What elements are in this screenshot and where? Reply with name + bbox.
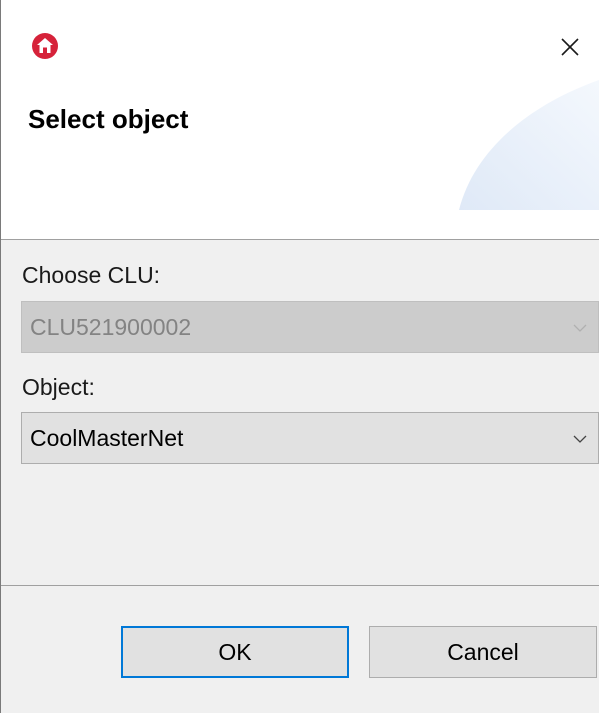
title-bar [1, 0, 599, 80]
header-spacer [1, 210, 599, 240]
object-label: Object: [22, 374, 95, 400]
clu-label: Choose CLU: [22, 262, 161, 288]
close-icon[interactable] [549, 28, 589, 68]
chevron-down-icon [573, 324, 587, 332]
footer-divider [1, 585, 599, 586]
cancel-button[interactable]: Cancel [369, 626, 597, 678]
header-divider [1, 239, 599, 240]
ok-button[interactable]: OK [121, 626, 349, 678]
object-select[interactable]: CoolMasterNet [21, 412, 599, 464]
chevron-down-icon[interactable] [572, 431, 588, 447]
home-icon [32, 33, 58, 59]
select-object-dialog: Select object Choose CLU: CLU521900002 O… [0, 0, 599, 713]
clu-select-value: CLU521900002 [30, 314, 192, 340]
page-title: Select object [28, 104, 189, 134]
header-decoration [459, 80, 599, 210]
clu-select: CLU521900002 [21, 301, 599, 353]
dialog-header: Select object [1, 80, 599, 210]
object-select-value: CoolMasterNet [30, 425, 184, 451]
